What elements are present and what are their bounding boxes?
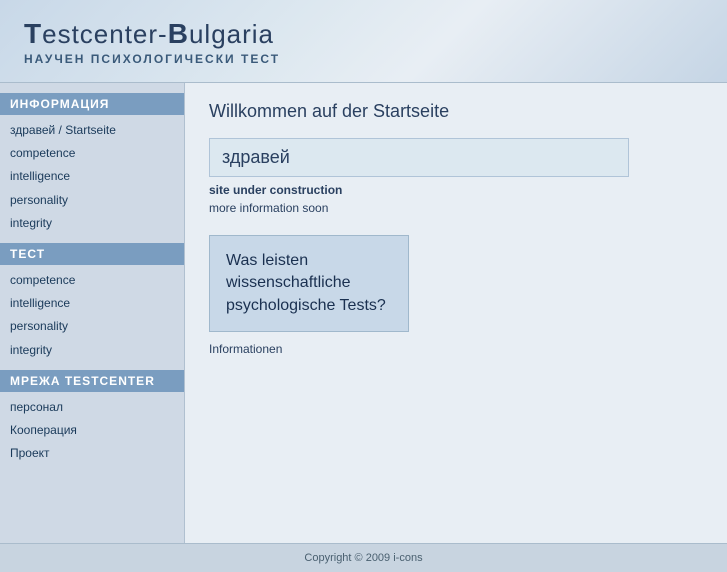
info-box-text: Was leisten wissenschaftliche psychologi… xyxy=(226,250,392,317)
sidebar-link-personal[interactable]: персонал xyxy=(0,396,184,419)
sidebar-section-test: Тест xyxy=(0,243,184,265)
sidebar-link-competence-2[interactable]: competence xyxy=(0,269,184,292)
health-box-text: здравей xyxy=(222,147,290,167)
health-box: здравей xyxy=(209,138,629,177)
sidebar-link-project[interactable]: Проект xyxy=(0,442,184,465)
sidebar-link-integrity-1[interactable]: integrity xyxy=(0,212,184,235)
title-ulgaria: ulgaria xyxy=(189,19,274,49)
under-construction-text: site under construction xyxy=(209,183,703,197)
sidebar-link-integrity-2[interactable]: integrity xyxy=(0,339,184,362)
sidebar-link-competence-1[interactable]: competence xyxy=(0,142,184,165)
sidebar-section-info: Информация xyxy=(0,93,184,115)
sidebar-section-network: Мрежа Testcenter xyxy=(0,370,184,392)
copyright-text: Copyright © 2009 i-cons xyxy=(304,552,422,564)
title-estcenter: estcenter- xyxy=(42,19,168,49)
site-title: Testcenter-Bulgaria xyxy=(24,18,703,50)
footer: Copyright © 2009 i-cons xyxy=(0,543,727,572)
site-subtitle: Научен психологически тест xyxy=(24,52,703,66)
more-info-text: more information soon xyxy=(209,201,703,215)
info-box: Was leisten wissenschaftliche psychologi… xyxy=(209,235,409,332)
sidebar-links-test: competence intelligence personality inte… xyxy=(0,267,184,370)
title-t: T xyxy=(24,18,42,49)
sidebar-link-intelligence-1[interactable]: intelligence xyxy=(0,165,184,188)
sidebar-link-intelligence-2[interactable]: intelligence xyxy=(0,292,184,315)
sidebar-link-personality-1[interactable]: personality xyxy=(0,189,184,212)
sidebar-link-cooperation[interactable]: Кооперация xyxy=(0,419,184,442)
content-area: Willkommen auf der Startseite здравей si… xyxy=(185,83,727,543)
sidebar-links-info: здравей / Startseite competence intellig… xyxy=(0,117,184,243)
title-b: B xyxy=(168,18,189,49)
sidebar-links-network: персонал Кооперация Проект xyxy=(0,394,184,474)
informationen-link[interactable]: Informationen xyxy=(209,342,703,356)
sidebar: Информация здравей / Startseite competen… xyxy=(0,83,185,543)
sidebar-link-zdravey[interactable]: здравей / Startseite xyxy=(0,119,184,142)
sidebar-link-personality-2[interactable]: personality xyxy=(0,315,184,338)
welcome-title: Willkommen auf der Startseite xyxy=(209,101,703,122)
header: Testcenter-Bulgaria Научен психологическ… xyxy=(0,0,727,83)
main-layout: Информация здравей / Startseite competen… xyxy=(0,83,727,543)
